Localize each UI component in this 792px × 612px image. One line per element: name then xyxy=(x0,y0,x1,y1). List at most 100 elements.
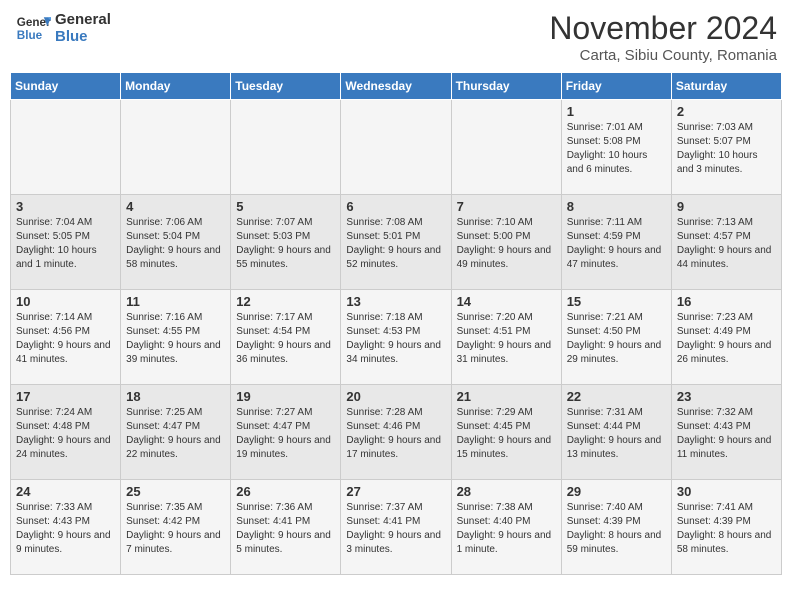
logo-line2: Blue xyxy=(55,28,111,45)
day-header-friday: Friday xyxy=(561,73,671,100)
day-number: 12 xyxy=(236,294,335,309)
title-block: November 2024 Carta, Sibiu County, Roman… xyxy=(549,10,777,64)
day-number: 1 xyxy=(567,104,666,119)
day-info: Sunrise: 7:16 AM Sunset: 4:55 PM Dayligh… xyxy=(126,311,225,367)
calendar-cell: 13Sunrise: 7:18 AM Sunset: 4:53 PM Dayli… xyxy=(341,290,451,385)
day-info: Sunrise: 7:37 AM Sunset: 4:41 PM Dayligh… xyxy=(346,501,445,557)
week-row-4: 17Sunrise: 7:24 AM Sunset: 4:48 PM Dayli… xyxy=(11,385,782,480)
calendar-cell: 20 Sunrise: 7:28 AM Sunset: 4:46 PM Dayli… xyxy=(341,385,451,480)
day-info: Sunrise: 7:35 AM Sunset: 4:42 PM Dayligh… xyxy=(126,501,225,557)
calendar-cell: 23 Sunrise: 7:32 AM Sunset: 4:43 PM Dayli… xyxy=(671,385,781,480)
day-number: 10 xyxy=(16,294,115,309)
day-number: 16 xyxy=(677,294,776,309)
day-header-tuesday: Tuesday xyxy=(231,73,341,100)
day-number: 26 xyxy=(236,484,335,499)
calendar-cell xyxy=(341,100,451,195)
day-number: 6 xyxy=(346,199,445,214)
calendar-cell: 2Sunrise: 7:03 AM Sunset: 5:07 PM Daylig… xyxy=(671,100,781,195)
day-number: 29 xyxy=(567,484,666,499)
day-info: Sunrise: 7:31 AM Sunset: 4:44 PM Dayligh… xyxy=(567,406,666,462)
day-header-monday: Monday xyxy=(121,73,231,100)
day-header-thursday: Thursday xyxy=(451,73,561,100)
day-number: 15 xyxy=(567,294,666,309)
logo-icon: General Blue xyxy=(15,10,51,46)
day-info: Sunrise: 7:36 AM Sunset: 4:41 PM Dayligh… xyxy=(236,501,335,557)
day-number: 23 xyxy=(677,389,776,404)
day-info: Sunrise: 7:17 AM Sunset: 4:54 PM Dayligh… xyxy=(236,311,335,367)
day-number: 14 xyxy=(457,294,556,309)
calendar-cell: 19 Sunrise: 7:27 AM Sunset: 4:47 PM Dayli… xyxy=(231,385,341,480)
subtitle: Carta, Sibiu County, Romania xyxy=(549,47,777,64)
day-number: 9 xyxy=(677,199,776,214)
calendar-body: 1 Sunrise: 7:01 AM Sunset: 5:08 PM Daylig… xyxy=(11,100,782,575)
day-info: Sunrise: 7:10 AM Sunset: 5:00 PM Dayligh… xyxy=(457,216,556,272)
calendar-cell: 3Sunrise: 7:04 AM Sunset: 5:05 PM Daylig… xyxy=(11,195,121,290)
calendar-cell: 27 Sunrise: 7:37 AM Sunset: 4:41 PM Dayli… xyxy=(341,480,451,575)
day-info: Sunrise: 7:06 AM Sunset: 5:04 PM Dayligh… xyxy=(126,216,225,272)
day-info: Sunrise: 7:01 AM Sunset: 5:08 PM Dayligh… xyxy=(567,121,666,177)
calendar-cell xyxy=(121,100,231,195)
calendar-cell: 1 Sunrise: 7:01 AM Sunset: 5:08 PM Daylig… xyxy=(561,100,671,195)
day-number: 25 xyxy=(126,484,225,499)
calendar-cell: 28 Sunrise: 7:38 AM Sunset: 4:40 PM Dayli… xyxy=(451,480,561,575)
day-info: Sunrise: 7:20 AM Sunset: 4:51 PM Dayligh… xyxy=(457,311,556,367)
calendar-cell: 5Sunrise: 7:07 AM Sunset: 5:03 PM Daylig… xyxy=(231,195,341,290)
week-row-2: 3Sunrise: 7:04 AM Sunset: 5:05 PM Daylig… xyxy=(11,195,782,290)
calendar-cell: 26 Sunrise: 7:36 AM Sunset: 4:41 PM Dayli… xyxy=(231,480,341,575)
day-number: 30 xyxy=(677,484,776,499)
month-title: November 2024 xyxy=(549,10,777,47)
day-number: 27 xyxy=(346,484,445,499)
day-number: 19 xyxy=(236,389,335,404)
day-info: Sunrise: 7:24 AM Sunset: 4:48 PM Dayligh… xyxy=(16,406,115,462)
day-info: Sunrise: 7:21 AM Sunset: 4:50 PM Dayligh… xyxy=(567,311,666,367)
day-number: 11 xyxy=(126,294,225,309)
calendar-cell: 21 Sunrise: 7:29 AM Sunset: 4:45 PM Dayli… xyxy=(451,385,561,480)
day-info: Sunrise: 7:11 AM Sunset: 4:59 PM Dayligh… xyxy=(567,216,666,272)
calendar-cell: 9 Sunrise: 7:13 AM Sunset: 4:57 PM Daylig… xyxy=(671,195,781,290)
calendar-cell: 29 Sunrise: 7:40 AM Sunset: 4:39 PM Dayli… xyxy=(561,480,671,575)
day-info: Sunrise: 7:38 AM Sunset: 4:40 PM Dayligh… xyxy=(457,501,556,557)
day-number: 22 xyxy=(567,389,666,404)
page-header: General Blue General Blue November 2024 … xyxy=(10,10,782,64)
day-number: 8 xyxy=(567,199,666,214)
week-row-3: 10 Sunrise: 7:14 AM Sunset: 4:56 PM Dayli… xyxy=(11,290,782,385)
day-info: Sunrise: 7:29 AM Sunset: 4:45 PM Dayligh… xyxy=(457,406,556,462)
calendar-cell: 12 Sunrise: 7:17 AM Sunset: 4:54 PM Dayli… xyxy=(231,290,341,385)
calendar-cell: 8 Sunrise: 7:11 AM Sunset: 4:59 PM Daylig… xyxy=(561,195,671,290)
calendar-cell: 22 Sunrise: 7:31 AM Sunset: 4:44 PM Dayli… xyxy=(561,385,671,480)
day-number: 4 xyxy=(126,199,225,214)
day-info: Sunrise: 7:27 AM Sunset: 4:47 PM Dayligh… xyxy=(236,406,335,462)
day-info: Sunrise: 7:41 AM Sunset: 4:39 PM Dayligh… xyxy=(677,501,776,557)
calendar-table: SundayMondayTuesdayWednesdayThursdayFrid… xyxy=(10,72,782,575)
day-info: Sunrise: 7:40 AM Sunset: 4:39 PM Dayligh… xyxy=(567,501,666,557)
calendar-cell xyxy=(231,100,341,195)
day-number: 5 xyxy=(236,199,335,214)
week-row-1: 1 Sunrise: 7:01 AM Sunset: 5:08 PM Daylig… xyxy=(11,100,782,195)
day-info: Sunrise: 7:23 AM Sunset: 4:49 PM Dayligh… xyxy=(677,311,776,367)
day-number: 28 xyxy=(457,484,556,499)
calendar-cell: 17Sunrise: 7:24 AM Sunset: 4:48 PM Dayli… xyxy=(11,385,121,480)
calendar-cell: 14 Sunrise: 7:20 AM Sunset: 4:51 PM Dayli… xyxy=(451,290,561,385)
day-number: 7 xyxy=(457,199,556,214)
calendar-cell xyxy=(451,100,561,195)
day-header-sunday: Sunday xyxy=(11,73,121,100)
day-number: 24 xyxy=(16,484,115,499)
day-header-wednesday: Wednesday xyxy=(341,73,451,100)
calendar-cell: 4 Sunrise: 7:06 AM Sunset: 5:04 PM Daylig… xyxy=(121,195,231,290)
day-info: Sunrise: 7:03 AM Sunset: 5:07 PM Dayligh… xyxy=(677,121,776,177)
day-info: Sunrise: 7:13 AM Sunset: 4:57 PM Dayligh… xyxy=(677,216,776,272)
calendar-cell: 10 Sunrise: 7:14 AM Sunset: 4:56 PM Dayli… xyxy=(11,290,121,385)
day-number: 13 xyxy=(346,294,445,309)
calendar-cell: 25 Sunrise: 7:35 AM Sunset: 4:42 PM Dayli… xyxy=(121,480,231,575)
day-info: Sunrise: 7:08 AM Sunset: 5:01 PM Dayligh… xyxy=(346,216,445,272)
day-info: Sunrise: 7:32 AM Sunset: 4:43 PM Dayligh… xyxy=(677,406,776,462)
day-info: Sunrise: 7:28 AM Sunset: 4:46 PM Dayligh… xyxy=(346,406,445,462)
day-header-saturday: Saturday xyxy=(671,73,781,100)
calendar-cell: 18Sunrise: 7:25 AM Sunset: 4:47 PM Dayli… xyxy=(121,385,231,480)
day-number: 18 xyxy=(126,389,225,404)
day-info: Sunrise: 7:33 AM Sunset: 4:43 PM Dayligh… xyxy=(16,501,115,557)
day-number: 20 xyxy=(346,389,445,404)
day-number: 21 xyxy=(457,389,556,404)
calendar-cell: 15 Sunrise: 7:21 AM Sunset: 4:50 PM Dayli… xyxy=(561,290,671,385)
day-info: Sunrise: 7:14 AM Sunset: 4:56 PM Dayligh… xyxy=(16,311,115,367)
